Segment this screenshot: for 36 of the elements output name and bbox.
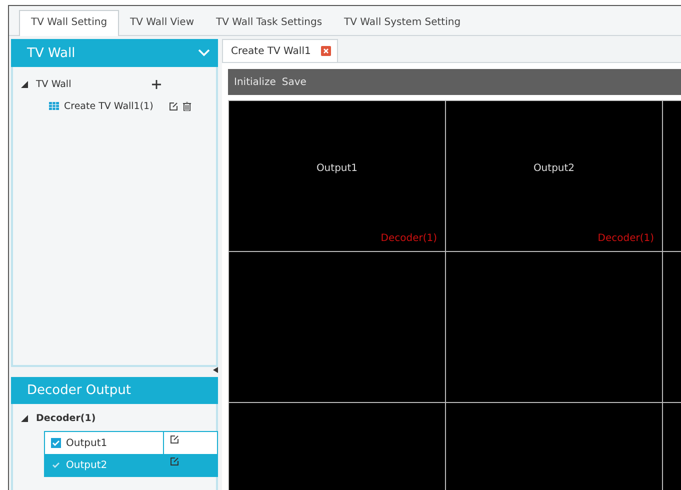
edit-icon[interactable] bbox=[170, 435, 179, 444]
chevron-down-icon[interactable] bbox=[198, 49, 210, 57]
output-name: Output2 bbox=[533, 162, 575, 174]
expand-triangle-icon[interactable] bbox=[21, 80, 28, 88]
edit-icon[interactable] bbox=[169, 102, 178, 110]
decoder-label: Decoder(1) bbox=[380, 233, 437, 244]
delete-icon[interactable] bbox=[183, 102, 191, 110]
close-icon[interactable] bbox=[320, 46, 331, 56]
tab[interactable]: TV Wall System Setting bbox=[333, 11, 472, 35]
tree-item[interactable]: TV Wall bbox=[36, 78, 144, 90]
tab[interactable]: TV Wall Task Settings bbox=[205, 11, 334, 35]
add-icon[interactable] bbox=[152, 80, 161, 88]
grid-icon bbox=[49, 102, 59, 110]
tree-item[interactable]: Decoder(1) bbox=[36, 412, 144, 424]
screen-cell[interactable]: Output2 Decoder(1) bbox=[446, 101, 662, 251]
edit-icon[interactable] bbox=[170, 457, 179, 466]
toolbar-button[interactable]: Initialize bbox=[234, 76, 276, 88]
document-tab[interactable]: Create TV Wall1 bbox=[222, 39, 338, 62]
screen-cell[interactable] bbox=[446, 252, 662, 402]
screen-cell[interactable]: Output1 Decoder(1) bbox=[229, 101, 445, 251]
tab[interactable]: TV Wall View bbox=[119, 11, 206, 35]
output-row[interactable]: Output1 bbox=[45, 432, 217, 454]
expand-triangle-icon[interactable] bbox=[21, 414, 28, 422]
tab[interactable]: TV Wall Setting bbox=[19, 10, 120, 36]
panel-title: Decoder Output bbox=[27, 383, 131, 398]
decoder-label: Decoder(1) bbox=[598, 233, 654, 244]
toolbar-button[interactable]: Save bbox=[282, 76, 306, 88]
collapse-arrow-icon[interactable] bbox=[213, 367, 218, 373]
screen-cell[interactable] bbox=[229, 252, 445, 402]
output-label: Output1 bbox=[66, 438, 108, 448]
checkbox[interactable] bbox=[51, 460, 61, 470]
output-label: Output2 bbox=[66, 460, 108, 470]
output-name: Output1 bbox=[316, 162, 358, 174]
checkbox[interactable] bbox=[51, 438, 61, 448]
tree-item[interactable]: Create TV Wall1(1) bbox=[64, 100, 164, 112]
panel-title: TV Wall bbox=[27, 46, 76, 60]
